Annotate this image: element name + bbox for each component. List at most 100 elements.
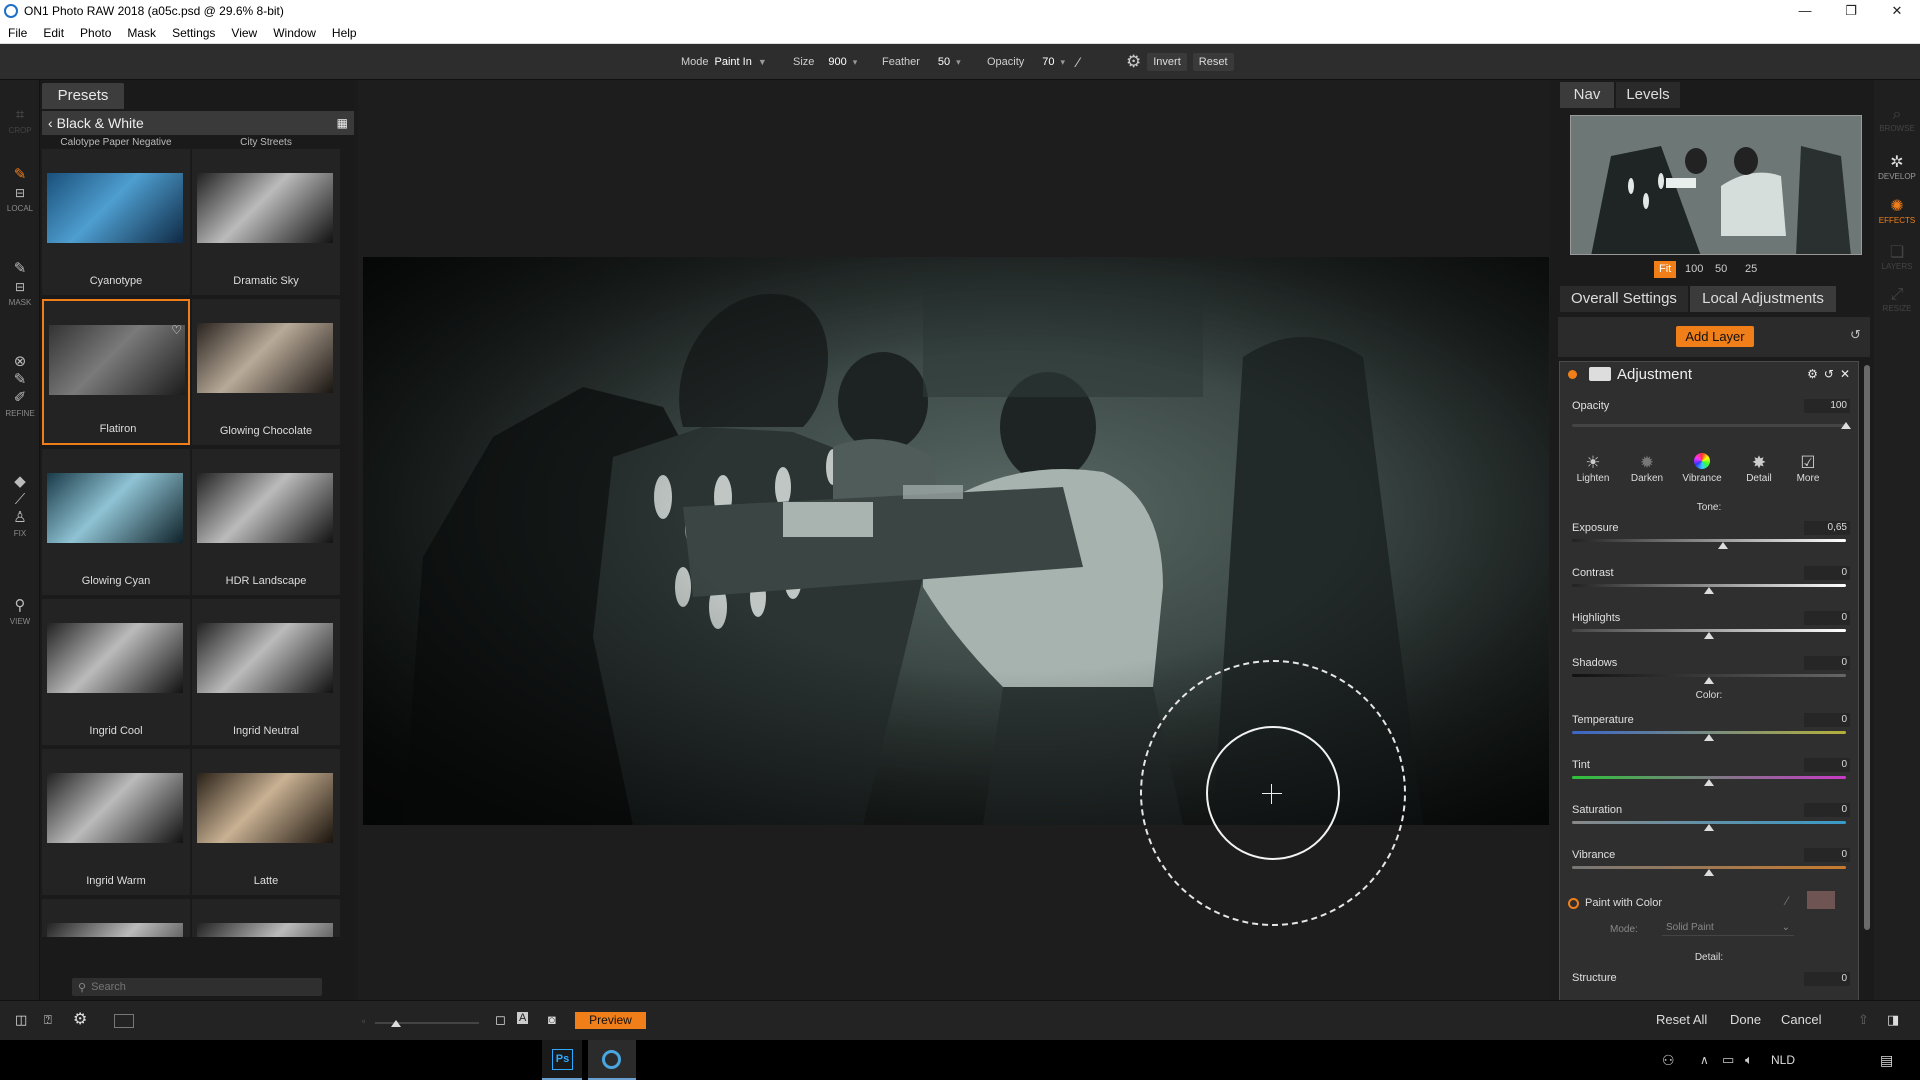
tab-nav[interactable]: Nav: [1560, 82, 1614, 108]
single-view-icon[interactable]: ◻: [495, 1012, 506, 1028]
mask-tool[interactable]: ✎ ⊟ MASK: [0, 260, 40, 307]
slider-value[interactable]: 0: [1804, 758, 1850, 772]
zoom-slider-thumb[interactable]: [390, 1020, 401, 1027]
back-chevron-icon[interactable]: ‹: [42, 115, 57, 131]
menu-edit[interactable]: Edit: [35, 26, 72, 40]
gear-icon[interactable]: ⚙: [1126, 52, 1141, 72]
menu-settings[interactable]: Settings: [164, 26, 223, 40]
preset-tile[interactable]: HDR Landscape: [192, 449, 340, 595]
network-icon[interactable]: ▭: [1722, 1040, 1734, 1080]
preset-tile[interactable]: Ingrid Cool: [42, 599, 190, 745]
paint-mode-select[interactable]: Solid Paint ⌄: [1662, 920, 1794, 936]
size-value[interactable]: 900: [828, 56, 846, 68]
zoom-50-button[interactable]: 50: [1710, 261, 1732, 278]
zoom-25-button[interactable]: 25: [1740, 261, 1762, 278]
presets-tab[interactable]: Presets: [42, 83, 124, 109]
module-effects[interactable]: ✺ EFFECTS: [1874, 196, 1920, 225]
preset-tile[interactable]: Glowing Cyan: [42, 449, 190, 595]
taskbar-photoshop[interactable]: Ps: [542, 1040, 582, 1080]
reset-all-button[interactable]: Reset All: [1656, 1012, 1707, 1027]
slider-thumb[interactable]: [1717, 542, 1728, 549]
eyedropper-icon[interactable]: ⁄: [1786, 894, 1788, 908]
tab-overall-settings[interactable]: Overall Settings: [1560, 286, 1688, 312]
paint-with-color-toggle[interactable]: [1568, 897, 1579, 909]
slider-thumb[interactable]: [1704, 632, 1714, 639]
menu-file[interactable]: File: [0, 26, 35, 40]
chevron-down-icon[interactable]: ▼: [758, 57, 767, 67]
fix-tool[interactable]: ◆ ⟋ ♙ FIX: [0, 473, 40, 538]
slider-thumb[interactable]: [1704, 677, 1714, 684]
slider-thumb[interactable]: [1704, 869, 1714, 876]
slider-value[interactable]: 0: [1804, 848, 1850, 862]
opacity-slider-track[interactable]: [1572, 424, 1846, 427]
cancel-button[interactable]: Cancel: [1781, 1012, 1821, 1027]
reset-layer-icon[interactable]: ↺: [1850, 327, 1861, 343]
preset-tile[interactable]: Cyanotype: [42, 149, 190, 295]
menu-photo[interactable]: Photo: [72, 26, 119, 40]
opacity-value[interactable]: 70: [1042, 56, 1054, 68]
tab-local-adjustments[interactable]: Local Adjustments: [1690, 286, 1836, 312]
close-icon[interactable]: ✕: [1840, 367, 1850, 381]
slider-value[interactable]: 0: [1804, 803, 1850, 817]
filter-darken[interactable]: ✹ Darken: [1622, 453, 1672, 484]
gear-icon[interactable]: ⚙: [1807, 367, 1818, 381]
slider-value[interactable]: 0,65: [1804, 521, 1850, 535]
module-layers[interactable]: ❏ LAYERS: [1874, 242, 1920, 271]
slider-thumb[interactable]: [1704, 824, 1714, 831]
slider-value[interactable]: 0: [1804, 611, 1850, 625]
menu-view[interactable]: View: [223, 26, 265, 40]
slider-value[interactable]: 0: [1804, 656, 1850, 670]
refine-tool[interactable]: ⊗ ✎ ✐ REFINE: [0, 353, 40, 418]
mask-view-icon[interactable]: [114, 1014, 134, 1028]
gear-icon[interactable]: ⚙: [73, 1009, 87, 1029]
language-indicator[interactable]: NLD: [1771, 1040, 1795, 1080]
slider-thumb[interactable]: [1704, 734, 1714, 741]
preset-tile[interactable]: Ingrid Warm: [42, 749, 190, 895]
preset-tile[interactable]: Glowing Chocolate: [192, 299, 340, 445]
search-input[interactable]: [91, 981, 292, 993]
zoom-out-icon[interactable]: ▫: [362, 1016, 365, 1026]
slider-track[interactable]: [1572, 539, 1846, 542]
module-develop[interactable]: ✲ DEVELOP: [1874, 152, 1920, 181]
module-resize[interactable]: ⤢ RESIZE: [1874, 286, 1920, 313]
people-icon[interactable]: ⚇: [1662, 1040, 1675, 1080]
volume-icon[interactable]: 🔈︎: [1745, 1040, 1753, 1080]
preset-tile[interactable]: Dramatic Sky: [192, 149, 340, 295]
done-button[interactable]: Done: [1730, 1012, 1761, 1027]
chevron-down-icon[interactable]: ▾: [853, 57, 858, 68]
menu-window[interactable]: Window: [265, 26, 324, 40]
notifications-icon[interactable]: ▤: [1880, 1040, 1893, 1080]
filter-detail[interactable]: ✸ Detail: [1734, 453, 1784, 484]
minimize-button[interactable]: —: [1782, 3, 1828, 19]
slider-value[interactable]: 0: [1804, 566, 1850, 580]
invert-button[interactable]: Invert: [1147, 53, 1187, 71]
zoom-100-button[interactable]: 100: [1680, 261, 1708, 278]
grid-view-icon[interactable]: ▦: [337, 116, 348, 130]
mask-overlay-icon[interactable]: ◙: [548, 1012, 556, 1027]
preset-tile[interactable]: [42, 899, 190, 937]
preset-tile[interactable]: Latte: [192, 749, 340, 895]
filter-lighten[interactable]: ☀ Lighten: [1568, 453, 1618, 484]
share-icon[interactable]: ⇧: [1858, 1012, 1869, 1028]
chevron-up-icon[interactable]: ∧: [1700, 1040, 1709, 1080]
filter-more[interactable]: ☑ More: [1783, 453, 1833, 484]
compare-view-icon[interactable]: A: [517, 1012, 529, 1024]
menu-help[interactable]: Help: [324, 26, 365, 40]
right-panel-toggle-icon[interactable]: ◨: [1887, 1012, 1899, 1028]
opacity-slider-thumb[interactable]: [1841, 422, 1851, 429]
crop-tool[interactable]: ⌗ CROP: [0, 106, 40, 135]
magic-wand-icon[interactable]: ⁄: [1077, 54, 1079, 70]
filter-vibrance[interactable]: Vibrance: [1677, 453, 1727, 484]
slider-thumb[interactable]: [1704, 587, 1714, 594]
slider-thumb[interactable]: [1704, 779, 1714, 786]
feather-value[interactable]: 50: [938, 56, 950, 68]
add-layer-button[interactable]: Add Layer: [1676, 326, 1754, 347]
view-tool[interactable]: ⚲ VIEW: [0, 597, 40, 626]
adjustments-scrollbar[interactable]: [1864, 365, 1870, 930]
paint-color-swatch[interactable]: [1807, 891, 1835, 909]
opacity-value[interactable]: 100: [1804, 399, 1850, 413]
module-browse[interactable]: ⌕ BROWSE: [1874, 106, 1920, 133]
reset-button[interactable]: Reset: [1192, 53, 1234, 71]
maximize-button[interactable]: ❐: [1828, 3, 1874, 19]
menu-mask[interactable]: Mask: [119, 26, 164, 40]
